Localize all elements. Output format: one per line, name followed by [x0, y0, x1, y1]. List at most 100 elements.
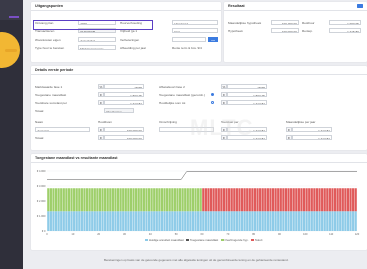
resultaat-toggle[interactable]: [357, 4, 363, 8]
bar-light: [150, 211, 153, 231]
bar-green: [91, 188, 94, 212]
bar-red: [228, 188, 231, 212]
xtick-label: 40: [149, 232, 152, 236]
bar-light: [163, 211, 166, 231]
verbeteringen-field[interactable]: [172, 37, 206, 42]
bar-light: [217, 211, 220, 231]
bar-red: [284, 188, 288, 212]
bar-light: [271, 211, 275, 231]
bar-red: [209, 188, 213, 212]
radio-option[interactable]: [211, 93, 214, 96]
detail-field[interactable]: 18,58: [227, 84, 267, 89]
bar-green: [140, 188, 143, 212]
radio-option[interactable]: [211, 101, 214, 104]
woonkosten-select[interactable]: Acceptabel: [78, 37, 116, 42]
bar-light: [269, 211, 272, 231]
bar-light: [349, 211, 352, 231]
bar-green: [104, 188, 107, 212]
bar-green: [150, 188, 153, 212]
series-line: [47, 171, 357, 180]
table-header: Omschrijving: [159, 120, 177, 124]
sidebar-button[interactable]: [5, 49, 17, 52]
bar-red: [277, 188, 280, 212]
bar-light: [70, 211, 73, 231]
bar-red: [220, 188, 223, 212]
bar-light: [228, 211, 231, 231]
row-label: Woonkosten eigen: [35, 38, 61, 42]
xtick-label: 70: [226, 232, 229, 236]
table-cell[interactable]: Annuiteit: [35, 127, 90, 132]
bar-red: [207, 188, 210, 212]
detail-field[interactable]: 1.503,25: [104, 92, 144, 97]
bar-light: [62, 211, 65, 231]
bar-green: [127, 188, 130, 212]
xtick-label: 30: [123, 232, 126, 236]
bar-light: [251, 211, 254, 231]
bar-light: [284, 211, 288, 231]
bar-light: [261, 211, 264, 231]
table-header: Naam: [35, 120, 44, 124]
bar-green: [54, 188, 58, 212]
table-cell: Totaal: [35, 136, 44, 140]
legend-item: Huidige annuïteit maandlast: [145, 238, 184, 242]
bar-light: [212, 211, 215, 231]
bar-light: [292, 211, 295, 231]
bar-light: [346, 211, 350, 231]
bar-green: [57, 188, 60, 212]
bar-red: [238, 188, 241, 212]
bar-green: [80, 188, 83, 212]
detail-field[interactable]: 1.317,84: [104, 100, 144, 105]
legend-item: Toegestane maandlast: [186, 238, 218, 242]
detail-select[interactable]: Overleggen: [104, 108, 134, 113]
bar-light: [135, 211, 138, 231]
bar-red: [259, 188, 262, 212]
bar-green: [124, 188, 127, 212]
legend-label: Huidige annuïteit maandlast: [149, 238, 184, 242]
bar-green: [70, 188, 73, 212]
table-cell[interactable]: 100.000,00: [104, 127, 144, 132]
bar-light: [300, 211, 303, 231]
bar-light: [243, 211, 246, 231]
detail-field[interactable]: 18,58: [104, 84, 144, 89]
bar-light: [246, 211, 249, 231]
result-field: 100.150,00: [271, 20, 299, 25]
xtick-label: 60: [201, 232, 204, 236]
bar-green: [197, 188, 200, 212]
huur-type-select[interactable]: Marktpermanente: [78, 45, 116, 50]
bar-green: [184, 188, 187, 212]
huurtermijn-select[interactable]: Uitgebreid: [172, 20, 218, 25]
bar-light: [78, 211, 81, 231]
ytick-label: € 2.000: [37, 199, 46, 203]
op-button[interactable]: OP: [208, 37, 218, 42]
bar-red: [310, 188, 313, 212]
xtick-label: 0: [46, 232, 48, 236]
bar-green: [75, 188, 78, 212]
bar-green: [160, 188, 164, 212]
bar-red: [346, 188, 350, 212]
bar-light: [106, 211, 109, 231]
bar-green: [122, 188, 125, 212]
bar-light: [235, 211, 238, 231]
table-cell: 1.317,84: [292, 135, 332, 140]
bar-red: [266, 188, 269, 212]
bar-light: [274, 211, 277, 231]
bar-red: [305, 188, 308, 212]
bar-red: [243, 188, 246, 212]
xtick-label: 100: [303, 232, 308, 236]
bar-green: [106, 188, 109, 212]
xtick-label: 50: [175, 232, 178, 236]
huurtermijn-vast-select[interactable]: Vast: [172, 28, 218, 33]
detail-field[interactable]: 1.317,84: [227, 100, 267, 105]
bar-red: [290, 188, 293, 212]
bar-light: [225, 211, 228, 231]
bar-light: [91, 211, 94, 231]
bar-light: [67, 211, 71, 231]
detail-field[interactable]: 1.503,25: [227, 92, 267, 97]
bar-light: [233, 211, 236, 231]
xtick-label: 10: [71, 232, 74, 236]
row-label: Type huur te bereken: [35, 46, 65, 50]
bar-light: [88, 211, 91, 231]
bar-red: [333, 188, 337, 212]
bar-green: [168, 188, 171, 212]
bar-green: [52, 188, 55, 212]
